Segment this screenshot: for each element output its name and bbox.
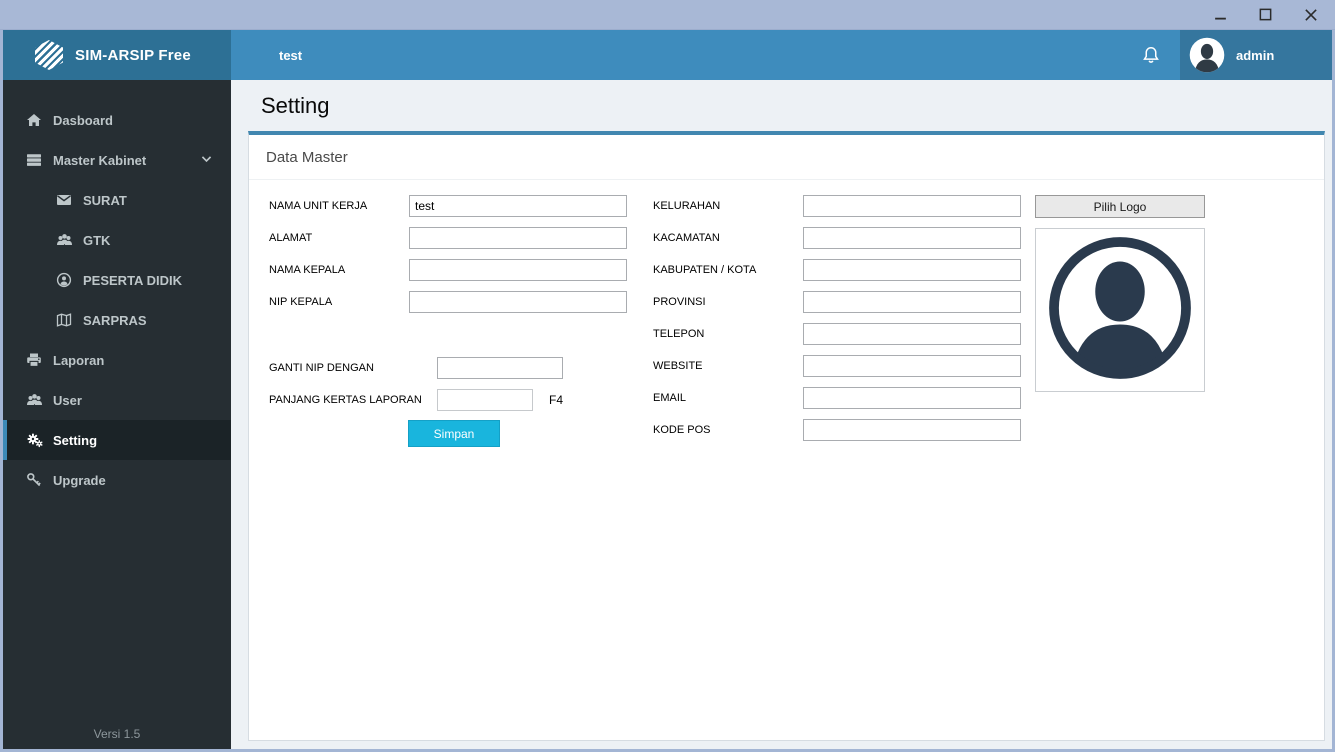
sidebar-item-label: Laporan — [53, 353, 104, 368]
nip-kepala-input[interactable] — [409, 291, 627, 313]
alamat-label: ALAMAT — [269, 227, 312, 249]
maximize-icon[interactable] — [1257, 6, 1274, 23]
ganti-nip-label: GANTI NIP DENGAN — [269, 357, 374, 379]
sidebar-item-label: SURAT — [83, 193, 127, 208]
titlebar — [0, 0, 1335, 30]
sidebar-item-master-kabinet[interactable]: Master Kabinet — [3, 140, 231, 180]
nama-unit-kerja-input[interactable] — [409, 195, 627, 217]
kabupaten-kota-input[interactable] — [803, 259, 1021, 281]
app-version: Versi 1.5 — [3, 727, 231, 741]
sidebar-item-label: Master Kabinet — [53, 153, 146, 168]
sidebar-item-peserta-didik[interactable]: PESERTA DIDIK — [3, 260, 231, 300]
map-icon — [55, 312, 73, 328]
topbar: test — [231, 30, 1332, 80]
sidebar-item-setting[interactable]: Setting — [3, 420, 231, 460]
minimize-icon[interactable] — [1212, 6, 1229, 23]
data-master-panel: Data Master NAMA UNIT KERJA ALAMAT NAMA … — [248, 131, 1325, 741]
telepon-input[interactable] — [803, 323, 1021, 345]
gears-icon — [25, 432, 43, 448]
website-label: WEBSITE — [653, 355, 703, 377]
chevron-down-icon — [200, 152, 213, 168]
app-window: SIM-ARSIP Free test — [0, 0, 1335, 752]
sidebar-item-label: Setting — [53, 433, 97, 448]
printer-icon — [25, 352, 43, 368]
nip-kepala-label: NIP KEPALA — [269, 291, 332, 313]
person-avatar-icon — [1045, 233, 1195, 388]
sidebar-item-user[interactable]: User — [3, 380, 231, 420]
key-icon — [25, 472, 43, 488]
sidebar-item-label: User — [53, 393, 82, 408]
sidebar-item-surat[interactable]: SURAT — [3, 180, 231, 220]
telepon-label: TELEPON — [653, 323, 704, 345]
paper-size-note: F4 — [549, 389, 563, 411]
user-menu[interactable]: admin — [1180, 30, 1332, 80]
provinsi-label: PROVINSI — [653, 291, 706, 313]
simpan-button[interactable]: Simpan — [408, 420, 500, 447]
kacamatan-input[interactable] — [803, 227, 1021, 249]
sidebar-item-label: Dasboard — [53, 113, 113, 128]
sidebar-item-label: PESERTA DIDIK — [83, 273, 182, 288]
panjang-kertas-label: PANJANG KERTAS LAPORAN — [269, 389, 422, 411]
provinsi-input[interactable] — [803, 291, 1021, 313]
user-name: admin — [1236, 48, 1274, 63]
kelurahan-input[interactable] — [803, 195, 1021, 217]
logo-preview-frame[interactable] — [1035, 228, 1205, 392]
app-header: SIM-ARSIP Free test — [3, 30, 1332, 80]
topbar-title: test — [279, 48, 302, 63]
users-icon — [55, 232, 73, 248]
users-icon — [25, 392, 43, 408]
user-circle-icon — [55, 272, 73, 288]
sidebar-item-label: GTK — [83, 233, 110, 248]
panel-title: Data Master — [249, 135, 1324, 180]
alamat-input[interactable] — [409, 227, 627, 249]
email-label: EMAIL — [653, 387, 686, 409]
sidebar-item-upgrade[interactable]: Upgrade — [3, 460, 231, 500]
sidebar-item-laporan[interactable]: Laporan — [3, 340, 231, 380]
kode-pos-label: KODE POS — [653, 419, 710, 441]
website-input[interactable] — [803, 355, 1021, 377]
pilih-logo-button[interactable]: Pilih Logo — [1035, 195, 1205, 218]
kelurahan-label: KELURAHAN — [653, 195, 720, 217]
kabupaten-kota-label: KABUPATEN / KOTA — [653, 259, 756, 281]
hexagon-stripes-logo-icon — [35, 40, 63, 70]
sidebar-item-label: Upgrade — [53, 473, 106, 488]
sidebar-item-dasboard[interactable]: Dasboard — [3, 100, 231, 140]
sidebar-item-sarpras[interactable]: SARPRAS — [3, 300, 231, 340]
main-content: Setting Data Master NAMA UNIT KERJA ALAM… — [231, 80, 1332, 749]
panel-body: NAMA UNIT KERJA ALAMAT NAMA KEPALA NIP K… — [249, 180, 1324, 735]
sidebar: Dasboard Master Kabinet — [3, 80, 231, 749]
kode-pos-input[interactable] — [803, 419, 1021, 441]
body: Dasboard Master Kabinet — [3, 80, 1332, 749]
nama-kepala-input[interactable] — [409, 259, 627, 281]
page-title: Setting — [261, 93, 1332, 119]
panjang-kertas-input[interactable] — [437, 389, 533, 411]
sidebar-item-label: SARPRAS — [83, 313, 147, 328]
cabinet-icon — [25, 152, 43, 168]
home-icon — [25, 112, 43, 128]
bell-icon[interactable] — [1138, 42, 1164, 68]
close-icon[interactable] — [1302, 6, 1319, 23]
person-avatar-icon — [1189, 37, 1225, 73]
email-input[interactable] — [803, 387, 1021, 409]
sidebar-item-gtk[interactable]: GTK — [3, 220, 231, 260]
envelope-icon — [55, 192, 73, 208]
ganti-nip-input[interactable] — [437, 357, 563, 379]
nama-unit-kerja-label: NAMA UNIT KERJA — [269, 195, 367, 217]
brand-name: SIM-ARSIP Free — [75, 47, 191, 64]
kacamatan-label: KACAMATAN — [653, 227, 720, 249]
nama-kepala-label: NAMA KEPALA — [269, 259, 345, 281]
brand: SIM-ARSIP Free — [3, 30, 231, 80]
